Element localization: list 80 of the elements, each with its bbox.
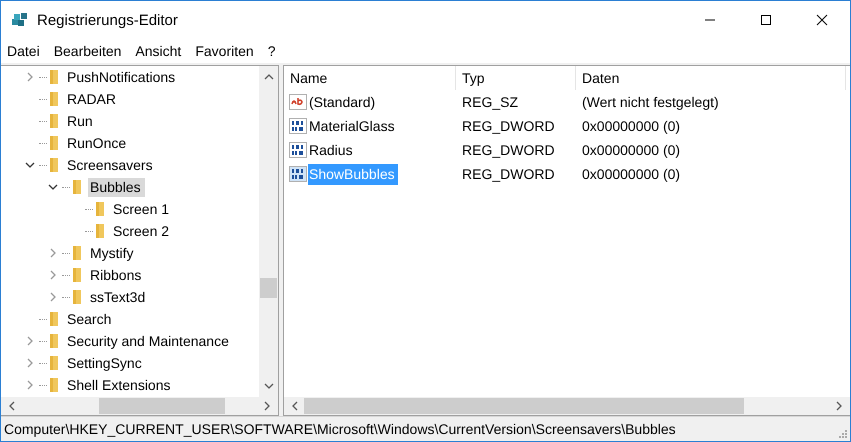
folder-icon <box>49 377 59 393</box>
scroll-thumb[interactable] <box>260 278 277 298</box>
column-header[interactable]: Name <box>284 66 456 90</box>
menu-item[interactable]: Datei <box>7 43 40 59</box>
maximize-icon[interactable] <box>760 14 772 26</box>
string-value-icon <box>289 94 307 110</box>
table-cell-text: 0x00000000 (0) <box>581 166 682 182</box>
scroll-thumb[interactable] <box>304 398 744 414</box>
chevron-right-icon[interactable] <box>48 248 58 258</box>
table-cell-text: REG_DWORD <box>461 166 556 182</box>
scroll-right-icon[interactable] <box>262 401 272 411</box>
table-cell-text: REG_DWORD <box>461 142 556 158</box>
tree-item[interactable]: Screen 1 <box>111 200 174 218</box>
chevron-right-icon[interactable] <box>25 380 35 390</box>
tree-item[interactable]: Mystify <box>88 244 138 262</box>
table-cell-text: REG_DWORD <box>461 118 556 134</box>
column-header[interactable]: Typ <box>456 66 576 90</box>
chevron-right-icon[interactable] <box>25 358 35 368</box>
tree-item[interactable]: Security and Maintenance <box>65 332 233 350</box>
menu-item[interactable]: Bearbeiten <box>54 43 122 59</box>
binary-value-icon <box>289 142 307 158</box>
tree-item[interactable]: ssText3d <box>88 288 150 306</box>
table-cell-text: (Wert nicht festgelegt) <box>581 94 720 110</box>
folder-icon <box>49 91 59 107</box>
table-cell-text: REG_SZ <box>461 94 520 110</box>
folder-icon <box>49 69 59 85</box>
value-name[interactable]: MaterialGlass <box>308 116 398 136</box>
scroll-thumb[interactable] <box>99 398 225 414</box>
folder-icon <box>49 311 59 327</box>
menu-item[interactable]: Ansicht <box>135 43 182 59</box>
chevron-down-icon[interactable] <box>48 182 58 192</box>
status-path: Computer\HKEY_CURRENT_USER\SOFTWARE\Microsoft\Windows\CurrentVersion\Screensavers\Bubbles <box>4 421 676 437</box>
folder-icon <box>49 113 59 129</box>
folder-icon <box>49 157 59 173</box>
scroll-left-icon[interactable] <box>7 401 17 411</box>
horizontal-scrollbar[interactable] <box>284 397 850 415</box>
tree-item[interactable]: Screensavers <box>65 156 157 174</box>
chevron-right-icon[interactable] <box>48 270 58 280</box>
scroll-down-icon[interactable] <box>264 381 274 391</box>
folder-icon <box>72 179 82 195</box>
column-header[interactable]: Daten <box>576 66 846 90</box>
scroll-up-icon[interactable] <box>264 72 274 82</box>
tree-item[interactable]: Search <box>65 310 116 328</box>
chevron-down-icon[interactable] <box>25 160 35 170</box>
folder-icon <box>49 135 59 151</box>
table-cell-text: 0x00000000 (0) <box>581 118 682 134</box>
scroll-right-icon[interactable] <box>834 401 844 411</box>
menu-item[interactable]: Favoriten <box>195 43 254 59</box>
resize-grip-icon[interactable] <box>837 428 847 438</box>
menu-item[interactable]: ? <box>268 43 276 59</box>
tree-item[interactable]: RADAR <box>65 90 120 108</box>
value-name[interactable]: Radius <box>308 140 356 160</box>
close-icon[interactable] <box>816 14 828 26</box>
horizontal-scrollbar[interactable] <box>1 397 278 415</box>
folder-icon <box>72 267 82 283</box>
folder-icon <box>49 355 59 371</box>
chevron-right-icon[interactable] <box>25 72 35 82</box>
scroll-left-icon[interactable] <box>290 401 300 411</box>
tree-item[interactable]: RunOnce <box>65 134 130 152</box>
window-title: Registrierungs-Editor <box>37 12 178 28</box>
tree-item[interactable]: Bubbles <box>88 178 145 196</box>
folder-icon <box>95 223 105 239</box>
tree-item[interactable]: Run <box>65 112 97 130</box>
folder-icon <box>72 289 82 305</box>
chevron-right-icon[interactable] <box>48 292 58 302</box>
binary-value-icon <box>289 166 307 182</box>
tree-item[interactable]: Shell Extensions <box>65 376 175 394</box>
value-name[interactable]: (Standard) <box>308 92 378 112</box>
tree-item[interactable]: Screen 2 <box>111 222 174 240</box>
folder-icon <box>49 333 59 349</box>
tree-item[interactable]: PushNotifications <box>65 68 180 86</box>
binary-value-icon <box>289 118 307 134</box>
chevron-right-icon[interactable] <box>25 336 35 346</box>
table-cell-text: 0x00000000 (0) <box>581 142 682 158</box>
tree-item[interactable]: Ribbons <box>88 266 146 284</box>
tree-item[interactable]: SettingSync <box>65 354 146 372</box>
folder-icon <box>95 201 105 217</box>
folder-icon <box>72 245 82 261</box>
registry-cubes-icon <box>11 11 29 29</box>
vertical-scrollbar[interactable] <box>259 66 278 397</box>
